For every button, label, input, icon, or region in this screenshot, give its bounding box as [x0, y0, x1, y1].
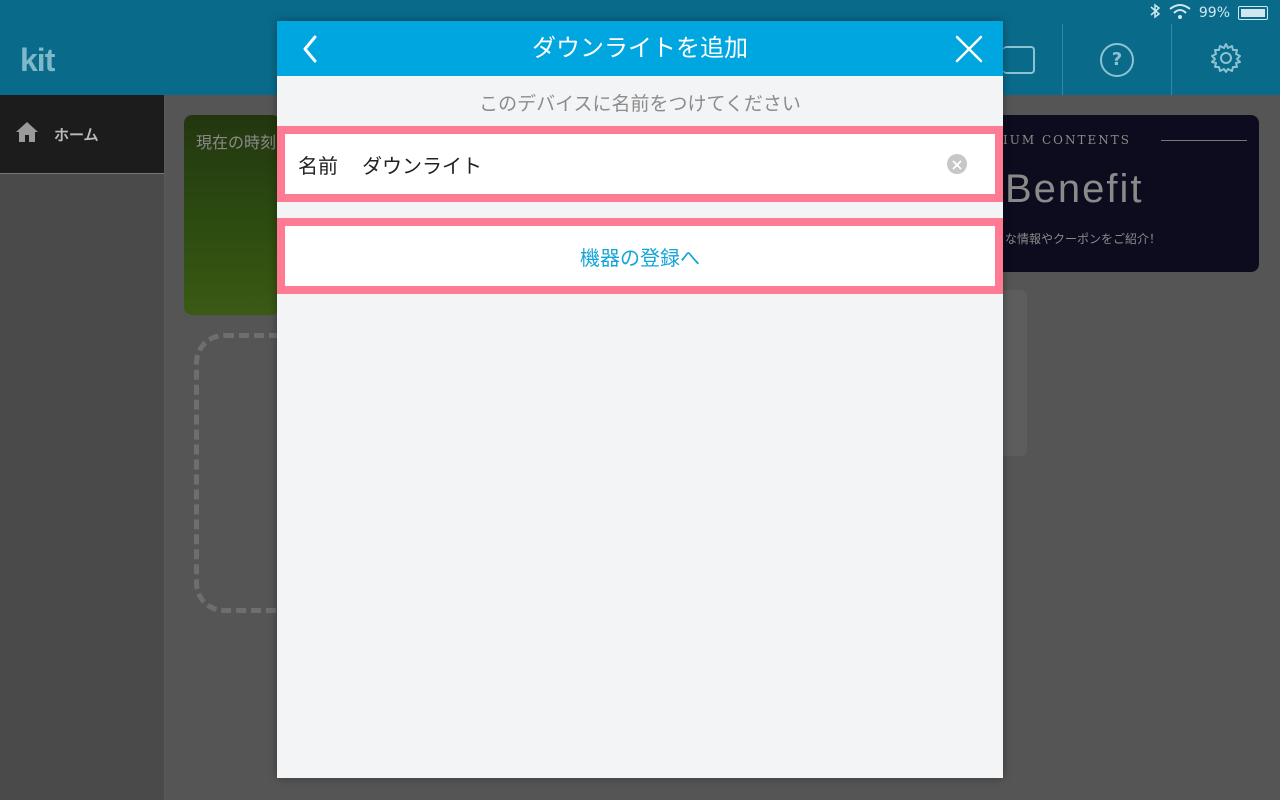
close-icon [953, 35, 985, 69]
bluetooth-icon [1149, 3, 1161, 23]
back-button[interactable] [295, 31, 331, 67]
app-logo: kit [20, 42, 55, 78]
chevron-left-icon [295, 35, 331, 71]
register-button-highlight: 機器の登録へ [277, 218, 1003, 294]
name-field[interactable]: 名前 [285, 134, 995, 194]
premium-card[interactable]: IUM CONTENTS Benefit な情報やクーポンをご紹介！ [1003, 115, 1259, 272]
name-field-label: 名前 [298, 153, 338, 178]
sidebar-item-home[interactable]: ホーム [0, 95, 164, 174]
help-button[interactable]: ? [1062, 24, 1171, 95]
time-card-label: 現在の時刻 [196, 133, 277, 152]
sidebar-item-label: ホーム [54, 125, 99, 144]
clear-input-button[interactable] [947, 154, 967, 174]
dialog-subtitle: このデバイスに名前をつけてください [479, 93, 801, 115]
dialog-title: ダウンライトを追加 [532, 34, 748, 62]
battery-percent: 99% [1198, 5, 1230, 21]
wifi-icon [1169, 3, 1191, 23]
divider [1161, 140, 1247, 141]
name-field-highlight: 名前 [277, 126, 1003, 202]
premium-header: IUM CONTENTS [1003, 133, 1131, 147]
dialog-header: ダウンライトを追加 [277, 21, 1003, 76]
premium-subtitle: な情報やクーポンをご紹介！ [1005, 232, 1162, 246]
background-card [1003, 290, 1027, 456]
sidebar: ホーム [0, 95, 164, 800]
close-button[interactable] [953, 33, 985, 65]
battery-icon [1238, 6, 1268, 20]
device-name-input[interactable] [360, 151, 924, 177]
gear-icon [1209, 41, 1243, 79]
add-device-dialog: ダウンライトを追加 このデバイスに名前をつけてください 名前 機器の登録へ [277, 21, 1003, 778]
settings-button[interactable] [1171, 24, 1280, 95]
premium-title: Benefit [1005, 167, 1144, 211]
register-device-button[interactable]: 機器の登録へ [285, 226, 995, 286]
time-card[interactable]: 現在の時刻 [184, 115, 280, 315]
clear-icon [952, 155, 962, 174]
more-icon[interactable] [1003, 46, 1035, 74]
help-icon: ? [1100, 42, 1134, 77]
home-icon [14, 120, 40, 148]
